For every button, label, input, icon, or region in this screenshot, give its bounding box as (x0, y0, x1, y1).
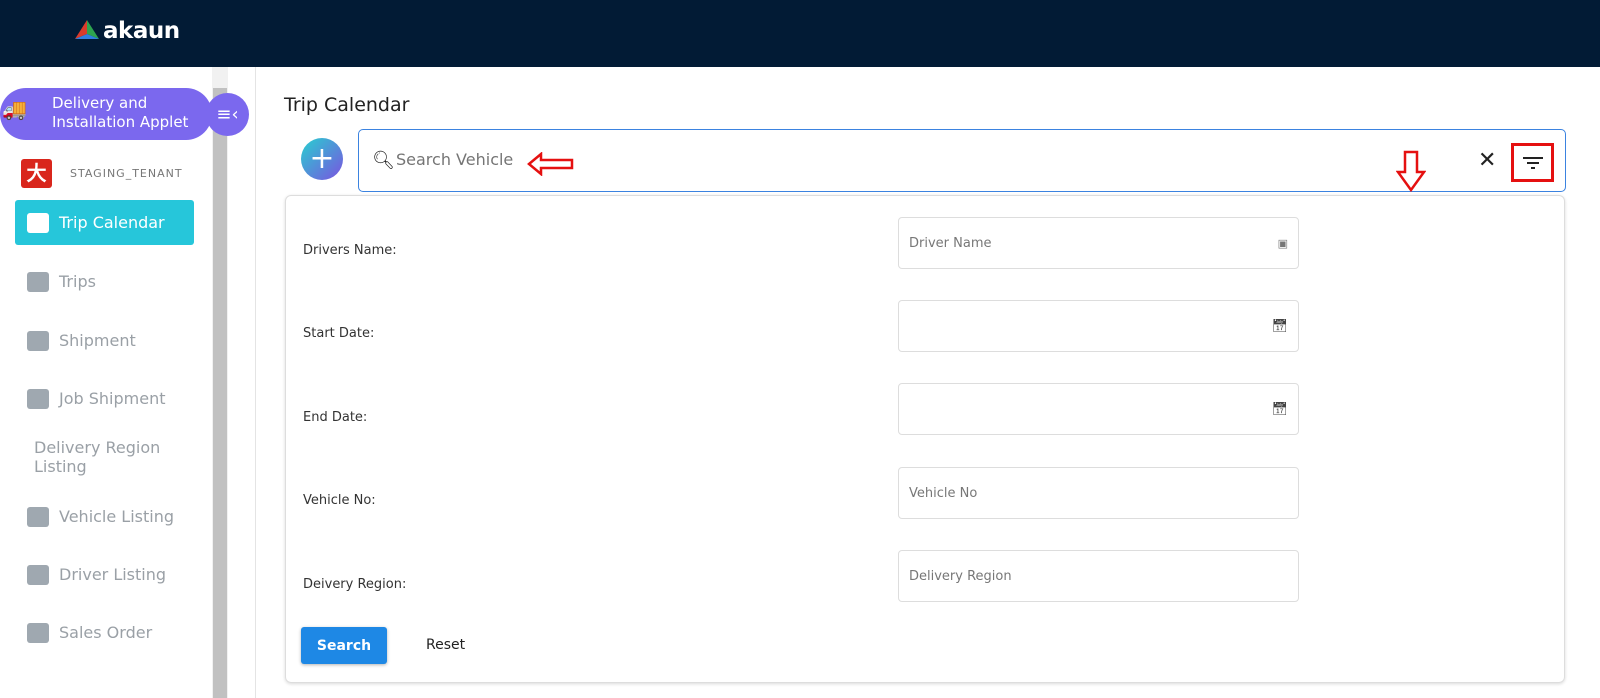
sidebar-item-label: Sales Order (59, 623, 153, 642)
delivery-region-label: Deivery Region: (303, 577, 407, 592)
drivers-name-label: Drivers Name: (303, 243, 397, 258)
sidebar-item-label: Trips (59, 272, 96, 291)
sidebar-scroll-thumb[interactable] (213, 88, 227, 698)
sidebar-item-label: Delivery Region Listing (34, 437, 161, 476)
menu-collapse-icon: ≡‹ (216, 104, 239, 125)
sidebar-item-delivery-region-listing[interactable]: Delivery Region Listing (15, 434, 215, 479)
sidebar-item-label: Job Shipment (59, 389, 166, 408)
start-date-label: Start Date: (303, 326, 375, 341)
sidebar-item-sales-order[interactable]: Sales Order (15, 610, 194, 655)
vehicle-no-label: Vehicle No: (303, 493, 376, 508)
sidebar-item-job-shipment[interactable]: Job Shipment (15, 376, 194, 421)
vehicle-no-input[interactable]: Vehicle No (898, 467, 1299, 519)
start-date-input[interactable]: 📅︎ (898, 300, 1299, 352)
reset-button[interactable]: Reset (426, 637, 465, 653)
sidebar-item-label: Driver Listing (59, 565, 167, 584)
ship-icon (27, 622, 49, 643)
ship-icon (27, 330, 49, 351)
placeholder: Vehicle No (909, 485, 978, 501)
filter-icon (1522, 156, 1543, 169)
calendar-icon[interactable]: 📅︎ (1271, 402, 1288, 417)
end-date-input[interactable]: 📅︎ (898, 383, 1299, 435)
tenant-logo-icon: 大 (21, 159, 52, 188)
calendar-icon[interactable]: 📅︎ (1271, 319, 1288, 334)
add-button[interactable]: + (301, 138, 343, 180)
truck-icon (27, 506, 49, 527)
sidebar-item-vehicle-listing[interactable]: Vehicle Listing (15, 494, 194, 539)
tenant-name: STAGING_TENANT (70, 167, 183, 180)
ship-icon (27, 388, 49, 409)
top-bar (0, 0, 1600, 67)
collapse-sidebar-button[interactable]: ≡‹ (206, 93, 249, 136)
sidebar-item-trip-calendar[interactable]: Trip Calendar (15, 200, 194, 245)
map-icon (27, 271, 49, 292)
clear-search-icon[interactable]: ✕ (1478, 148, 1496, 173)
search-button[interactable]: Search (301, 627, 387, 664)
applet-title: 🚚 Delivery and Installation Applet (0, 88, 212, 140)
plus-icon: + (309, 141, 335, 176)
akaun-logo-icon (75, 20, 99, 39)
logo[interactable]: akaun (74, 18, 180, 44)
delivery-region-input[interactable]: Delivery Region (898, 550, 1299, 602)
search-icon: 🔍︎ (372, 150, 395, 171)
badge-icon (27, 564, 49, 585)
driver-name-input[interactable]: Driver Name ▣ (898, 217, 1299, 269)
sidebar-item-shipment[interactable]: Shipment (15, 318, 194, 363)
divider (255, 67, 256, 698)
page-title: Trip Calendar (284, 94, 410, 116)
filter-button[interactable] (1511, 143, 1554, 182)
delivery-truck-icon: 🚚 (2, 97, 27, 121)
annotation-arrow-down-icon (1396, 150, 1426, 192)
tenant[interactable]: 大 STAGING_TENANT (21, 159, 183, 188)
end-date-label: End Date: (303, 410, 368, 425)
logo-text: akaun (103, 18, 180, 44)
placeholder: Driver Name (909, 235, 992, 251)
sidebar-item-driver-listing[interactable]: Driver Listing (15, 552, 194, 597)
sidebar-item-label: Shipment (59, 331, 136, 350)
annotation-arrow-left-icon (527, 152, 574, 176)
applet-title-text: Delivery and Installation Applet (52, 94, 189, 131)
contact-icon: ▣ (1277, 236, 1288, 250)
calendar-icon (27, 212, 49, 233)
placeholder: Delivery Region (909, 568, 1012, 584)
sidebar-item-label: Trip Calendar (59, 213, 165, 232)
sidebar-item-label: Vehicle Listing (59, 507, 175, 526)
sidebar-item-trips[interactable]: Trips (15, 259, 194, 304)
